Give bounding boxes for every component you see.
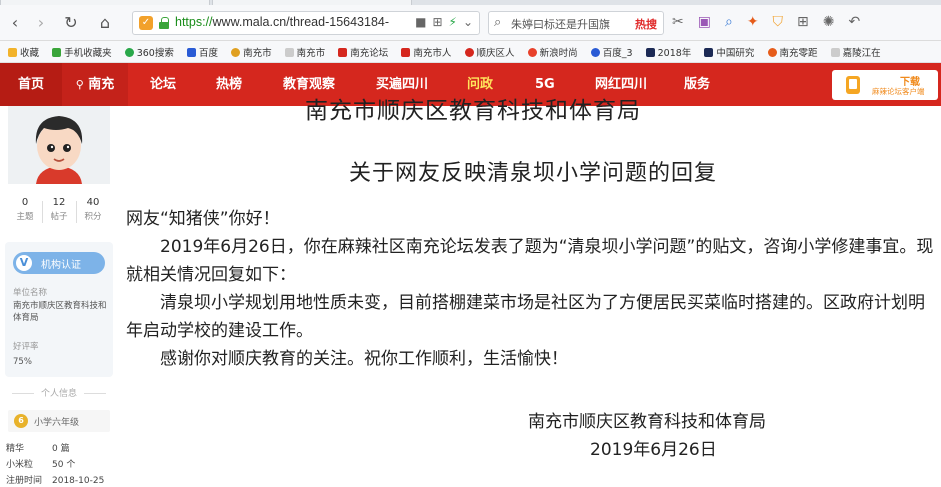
search-box[interactable]: ⌕ 朱婷曰标还是升国旗 热搜	[488, 11, 664, 35]
reply-title: 关于网友反映清泉坝小学问题的回复	[348, 161, 717, 186]
url-rest: www.mala.cn/thread-15643184-	[212, 15, 390, 29]
academic-icon	[704, 48, 714, 57]
star-icon	[8, 48, 17, 57]
bookmark-item[interactable]: 2018年	[645, 43, 691, 62]
bookmark-item[interactable]: 南充论坛	[338, 43, 388, 62]
forward-icon[interactable]: ›	[30, 12, 52, 34]
undo-icon[interactable]: ↶	[849, 14, 861, 30]
find-icon[interactable]: ⌕	[725, 14, 733, 30]
search-input[interactable]: 朱婷曰标还是升国旗	[511, 16, 611, 32]
shield-menu-icon[interactable]: ⛉	[773, 14, 784, 30]
address-bar-icons: ■ ⊞ ⚡ ⌄	[409, 15, 473, 29]
verified-icon: V	[16, 255, 32, 271]
paragraph-1: 2019年6月26日，你在麻辣社区南充论坛发表了题为“清泉坝小学问题”的贴文，咨…	[126, 237, 934, 285]
user-stats: 0 主题 12 帖子 40 积分	[8, 197, 110, 231]
info-row-rice: 小米粒 50 个	[6, 460, 76, 470]
stat-posts[interactable]: 12 帖子	[42, 197, 76, 222]
grid-icon[interactable]: ⊞	[432, 15, 442, 29]
bookmark-item[interactable]: 360搜索	[124, 43, 174, 62]
site-icon	[464, 48, 474, 57]
bookmark-item[interactable]: 顺庆区人	[464, 43, 515, 62]
shield-icon: ✓	[139, 16, 153, 30]
bookmark-item[interactable]: 南充市	[284, 43, 325, 62]
avatar[interactable]	[8, 106, 110, 184]
org-name-value: 南充市顺庆区教育科技和体育局	[13, 301, 107, 323]
org-heading: 南充市顺庆区教育科技和体育局	[305, 98, 641, 124]
cert-badge[interactable]: V 机构认证	[13, 252, 105, 274]
dropdown-icon[interactable]: ⌄	[463, 15, 473, 29]
page-icon	[284, 48, 294, 57]
game-icon[interactable]: ✦	[747, 14, 759, 30]
phone-icon	[52, 48, 62, 57]
bookmark-item[interactable]: 南充市人	[401, 43, 451, 62]
search-icon: ⌕	[494, 15, 502, 30]
bookmark-item[interactable]: 手机收藏夹	[52, 43, 112, 62]
back-icon[interactable]: ‹	[4, 12, 26, 34]
bookmark-item[interactable]: 百度_3	[590, 43, 633, 62]
bookmark-item[interactable]: 新浪时尚	[527, 43, 578, 62]
hot-search-label[interactable]: 热搜	[635, 16, 657, 32]
baidu-icon	[186, 48, 196, 57]
home-icon[interactable]: ⌂	[94, 12, 116, 34]
settings-icon[interactable]: ✺	[823, 14, 835, 30]
greeting: 网友“知猪侠”你好！	[126, 209, 280, 229]
url-scheme: https://	[175, 15, 213, 29]
site-icon	[767, 48, 777, 57]
rating-key: 好评率	[13, 342, 39, 352]
bookmark-item[interactable]: 收藏	[8, 43, 39, 62]
grade-badge[interactable]: 6 小学六年级	[8, 410, 110, 432]
360-icon	[124, 48, 134, 57]
search-site-icon	[590, 48, 600, 57]
signature: 南充市顺庆区教育科技和体育局	[528, 412, 766, 432]
lock-icon	[159, 17, 169, 29]
site-icon	[231, 48, 241, 57]
apps-icon[interactable]: ⊞	[797, 14, 809, 30]
stat-points[interactable]: 40 积分	[76, 197, 110, 222]
url-text[interactable]: https://www.mala.cn/thread-15643184-	[175, 15, 389, 29]
reload-icon[interactable]: ↻	[60, 12, 82, 34]
stat-topics[interactable]: 0 主题	[8, 197, 42, 222]
forum-icon	[338, 48, 348, 57]
org-name-key: 单位名称	[13, 288, 48, 298]
nav-home[interactable]: 首页	[0, 63, 62, 106]
bookmark-item[interactable]: 百度	[186, 43, 218, 62]
bookmark-item[interactable]: 嘉陵江在	[830, 43, 881, 62]
page-root: ‹ › ↻ ⌂ ✓ https://www.mala.cn/thread-156…	[0, 0, 941, 487]
bookmark-item[interactable]: 中国研究	[704, 43, 754, 62]
location-pin-icon: ⚲	[75, 78, 84, 91]
bookmark-item[interactable]: 南充市	[231, 43, 272, 62]
toolbar-icons: ✂ ▣ ⌕ ✦ ⛉ ⊞ ✺ ↶	[672, 14, 874, 30]
academic-icon	[645, 48, 655, 57]
paragraph-3: 感谢你对顺庆教育的关注。祝你工作顺利，生活愉快！	[126, 349, 568, 369]
personal-info-title: 个人信息	[8, 386, 110, 400]
avatar-cartoon-icon	[8, 106, 110, 184]
paragraph-2: 清泉坝小学规划用地性质未变，目前搭棚建菜市场是社区为了方便居民买菜临时搭建的。区…	[126, 293, 925, 341]
tools-icon[interactable]: ▣	[698, 14, 711, 30]
info-row-digest: 精华 0 篇	[6, 444, 70, 454]
page-icon	[830, 48, 840, 57]
user-sidebar: 0 主题 12 帖子 40 积分 V 机构认证 单位名称 南充市顺庆区教育科技和…	[0, 106, 118, 487]
browser-toolbar: ‹ › ↻ ⌂ ✓ https://www.mala.cn/thread-156…	[0, 5, 941, 41]
extension-icon[interactable]: ■	[415, 15, 426, 29]
bookmark-item[interactable]: 南充零距	[767, 43, 818, 62]
sina-icon	[527, 48, 537, 57]
medal-icon: 6	[14, 414, 28, 428]
site-icon	[401, 48, 411, 57]
lightning-icon[interactable]: ⚡	[449, 15, 457, 29]
post-content: 南充市顺庆区教育科技和体育局 关于网友反映清泉坝小学问题的回复 网友“知猪侠”你…	[118, 63, 941, 487]
letter-date: 2019年6月26日	[590, 440, 717, 460]
scissors-icon[interactable]: ✂	[672, 14, 684, 30]
info-row-register: 注册时间 2018-10-25	[6, 476, 105, 486]
bookmarks-bar: 收藏 手机收藏夹 360搜索 百度 南充市 南充市 南充论坛 南充市人 顺庆区人…	[0, 41, 941, 63]
address-bar[interactable]: ✓ https://www.mala.cn/thread-15643184- ■…	[132, 11, 480, 35]
rating-value: 75%	[13, 357, 32, 367]
organization-card: V 机构认证 单位名称 南充市顺庆区教育科技和体育局 好评率 75%	[5, 242, 113, 377]
